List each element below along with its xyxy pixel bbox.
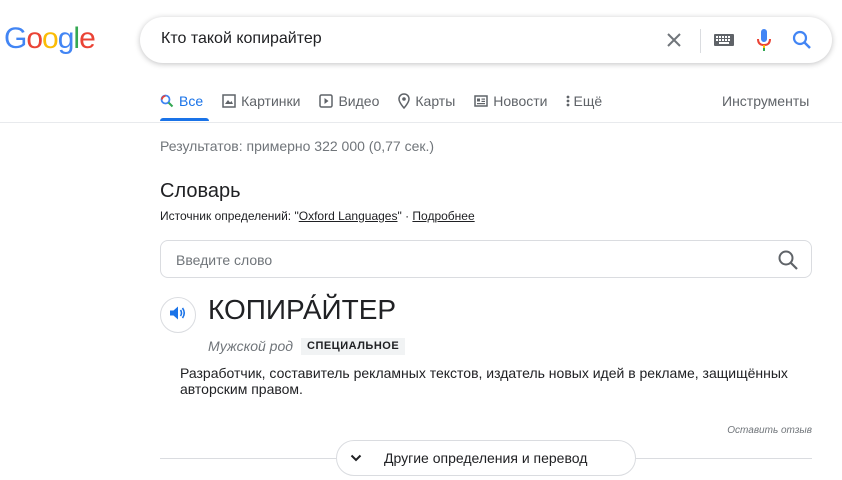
logo-letter: G — [4, 22, 27, 55]
tab-label: Картинки — [241, 93, 301, 109]
microphone-icon[interactable] — [750, 17, 778, 63]
part-of-speech: Мужской род — [208, 338, 293, 354]
image-icon — [222, 94, 236, 108]
logo-letter: o — [26, 22, 43, 55]
source-link[interactable]: Oxford Languages — [299, 209, 398, 223]
definition-text: Разработчик, составитель рекламных текст… — [180, 365, 788, 397]
tab-label: Видео — [338, 93, 380, 109]
source-suffix: " · — [397, 209, 413, 223]
pronunciation-button[interactable] — [160, 297, 196, 333]
word-search-placeholder: Введите слово — [176, 252, 273, 268]
tools-button[interactable]: Инструменты — [722, 93, 809, 109]
header-divider — [0, 122, 842, 123]
logo-letter: g — [57, 22, 75, 55]
results-stats: Результатов: примерно 322 000 (0,77 сек.… — [160, 138, 435, 154]
tab-label: Все — [179, 93, 204, 109]
source-prefix: Источник определений: " — [160, 209, 299, 223]
more-definitions-label: Другие определения и перевод — [384, 450, 588, 466]
tab-label: Карты — [415, 93, 456, 109]
tab-images[interactable]: Картинки — [222, 90, 300, 112]
chevron-down-icon — [343, 445, 369, 471]
speaker-icon — [169, 305, 187, 326]
tab-label: Ещё — [573, 93, 603, 109]
clear-icon[interactable] — [660, 17, 688, 63]
search-input[interactable]: Кто такой копирайтер — [161, 30, 322, 48]
search-icon — [160, 94, 174, 108]
keyboard-icon[interactable] — [710, 17, 738, 63]
dictionary-source: Источник определений: "Oxford Languages"… — [160, 209, 475, 223]
more-details-link[interactable]: Подробнее — [412, 209, 474, 223]
search-tabs: Все Картинки Видео Карты Новости Ещё — [160, 90, 621, 112]
news-icon — [474, 95, 489, 107]
more-definitions-button[interactable]: Другие определения и перевод — [336, 440, 636, 476]
tab-all[interactable]: Все — [160, 90, 203, 112]
google-logo[interactable]: Google — [4, 22, 96, 56]
search-box[interactable]: Кто такой копирайтер — [140, 17, 832, 63]
feedback-link[interactable]: Оставить отзыв — [727, 425, 812, 436]
video-icon — [319, 94, 334, 108]
search-icon[interactable] — [788, 17, 816, 63]
active-tab-indicator — [160, 118, 209, 121]
tab-news[interactable]: Новости — [474, 90, 547, 112]
domain-badge: СПЕЦИАЛЬНОЕ — [301, 338, 406, 355]
tab-maps[interactable]: Карты — [398, 90, 455, 112]
map-pin-icon — [398, 93, 411, 109]
tab-label: Новости — [493, 93, 548, 109]
more-vert-icon — [566, 95, 570, 107]
headword: КОПИРА́ЙТЕР — [208, 294, 397, 325]
search-divider — [700, 29, 701, 53]
tab-more[interactable]: Ещё — [566, 90, 602, 112]
dictionary-title: Словарь — [160, 180, 241, 202]
word-search-field[interactable]: Введите слово — [160, 240, 812, 278]
search-icon[interactable] — [777, 249, 799, 276]
logo-letter: e — [79, 22, 96, 55]
logo-letter: o — [42, 22, 59, 55]
tab-video[interactable]: Видео — [319, 90, 379, 112]
